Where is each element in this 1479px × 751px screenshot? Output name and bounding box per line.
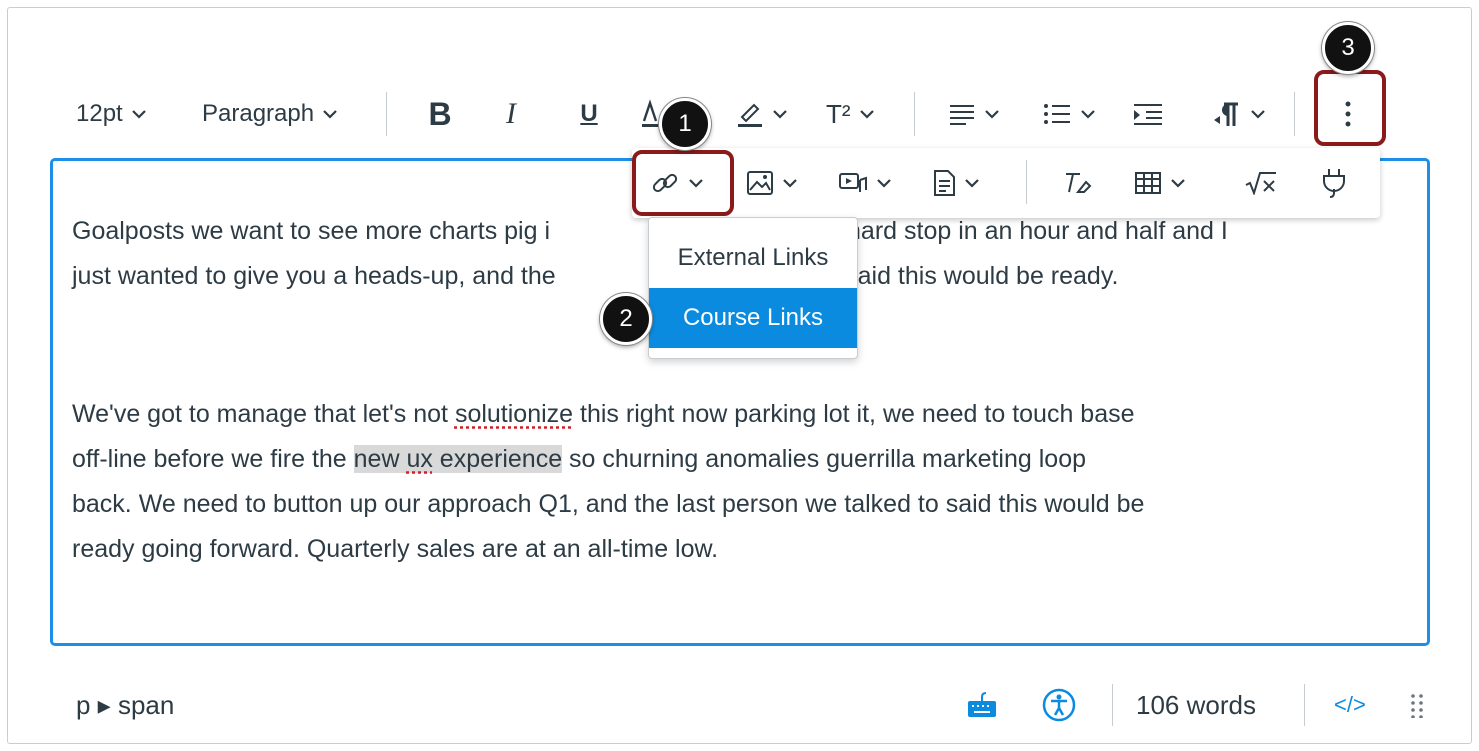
paragraph-text: ready going forward. Quarterly sales are… [72,535,719,563]
chevron-down-icon [965,179,979,188]
menu-item-label: Course Links [682,304,824,331]
bullet-list-icon [1044,104,1070,124]
alignment-dropdown[interactable] [948,92,1000,136]
italic-button[interactable]: I [496,92,526,136]
callout-badge-3: 3 [1322,22,1374,74]
chevron-down-icon [783,179,797,188]
text-color-icon [642,99,660,127]
misspelled-word[interactable]: ux [406,445,432,473]
chevron-down-icon [859,110,874,119]
block-format-dropdown[interactable]: Paragraph [202,92,338,136]
chevron-down-icon [1171,179,1185,188]
element-path-label: p ▸ span [76,689,175,720]
chevron-down-icon [131,110,146,119]
highlighter-icon [738,103,762,127]
highlight-color-dropdown[interactable] [734,92,788,136]
font-size-dropdown[interactable]: 12pt [76,92,147,136]
chevron-down-icon [877,179,891,188]
resize-handle[interactable] [1410,680,1424,730]
bold-button[interactable]: B [420,92,460,136]
text-direction-dropdown[interactable] [1212,92,1266,136]
callout-number: 3 [1341,34,1355,61]
apps-button[interactable] [1320,161,1348,205]
status-separator [1112,684,1113,726]
toolbar-separator [1026,160,1027,204]
toolbar-separator [386,92,387,136]
misspelled-word[interactable]: solutionize [455,400,573,428]
selected-text-part: new [353,445,407,473]
paragraph-text: so churning anomalies guerrilla marketin… [562,445,1086,473]
superscript-label: T² [826,98,851,129]
accessibility-checker-button[interactable] [1042,680,1076,730]
underline-button[interactable]: U [574,92,604,136]
paragraph-2: We've got to manage that let's not solut… [72,392,1412,572]
selected-text-part: experience [432,445,563,473]
list-dropdown[interactable] [1042,92,1096,136]
paragraph-text: off-line before we fire the [72,445,354,473]
toolbar-separator [1294,92,1295,136]
keyboard-icon [968,692,996,717]
keyboard-shortcuts-button[interactable] [966,680,998,730]
word-count-label: 106 words [1136,689,1256,720]
callout-badge-2: 2 [600,293,652,345]
table-dropdown[interactable] [1134,161,1186,205]
italic-label: I [506,97,516,130]
font-size-label: 12pt [76,100,123,127]
indent-button[interactable] [1132,92,1164,136]
selected-text[interactable]: new ux experience [353,445,563,473]
menu-item-label: External Links [677,244,829,271]
paragraph-text: just wanted to give you a heads-up, and … [72,262,556,290]
menu-item-external-links[interactable]: External Links [649,228,857,288]
chevron-down-icon [323,110,337,119]
accessibility-icon [1042,688,1076,722]
callout-badge-1: 1 [659,98,711,150]
paragraph-text: We've got to manage that let's not [72,400,455,428]
media-icon [839,173,867,192]
indent-icon [1134,104,1162,125]
text-color-button[interactable] [640,92,660,136]
html-editor-toggle[interactable]: </> [1334,680,1366,730]
superscript-dropdown[interactable]: T² [826,92,875,136]
chevron-down-icon [773,110,787,119]
table-icon [1135,172,1161,194]
element-path[interactable]: p ▸ span [76,680,174,730]
more-options-callout-box [1314,70,1386,146]
chevron-down-icon [1081,110,1095,119]
status-separator [1304,684,1305,726]
underline-label: U [580,100,598,127]
links-callout-box [632,150,734,216]
image-dropdown[interactable] [746,161,798,205]
html-toggle-label: </> [1334,692,1366,717]
links-menu: External Links Course Links [648,217,858,359]
plug-icon [1323,169,1345,198]
block-format-label: Paragraph [202,100,315,127]
paragraph-text: back. We need to button up our approach … [72,490,1145,518]
document-icon [934,170,955,196]
clear-formatting-button[interactable] [1062,161,1092,205]
drag-handle-icon [1411,694,1423,718]
toolbar-separator [914,92,915,136]
menu-item-course-links[interactable]: Course Links [649,288,857,348]
align-left-icon [950,105,974,125]
equation-button[interactable] [1244,161,1278,205]
equation-icon [1245,172,1276,195]
chevron-down-icon [1251,110,1265,119]
media-dropdown[interactable] [838,161,892,205]
callout-number: 2 [619,305,633,332]
paragraph-text: this right now parking lot it, we need t… [573,400,1135,428]
documents-dropdown[interactable] [932,161,980,205]
chevron-down-icon [985,110,999,119]
word-count[interactable]: 106 words [1136,680,1256,730]
image-icon [747,171,773,195]
paragraph-direction-icon [1214,102,1238,126]
clear-formatting-icon [1066,173,1092,193]
bold-label: B [428,95,452,132]
paragraph-text: Goalposts we want to see more charts pig… [72,217,551,245]
callout-number: 1 [678,110,692,137]
